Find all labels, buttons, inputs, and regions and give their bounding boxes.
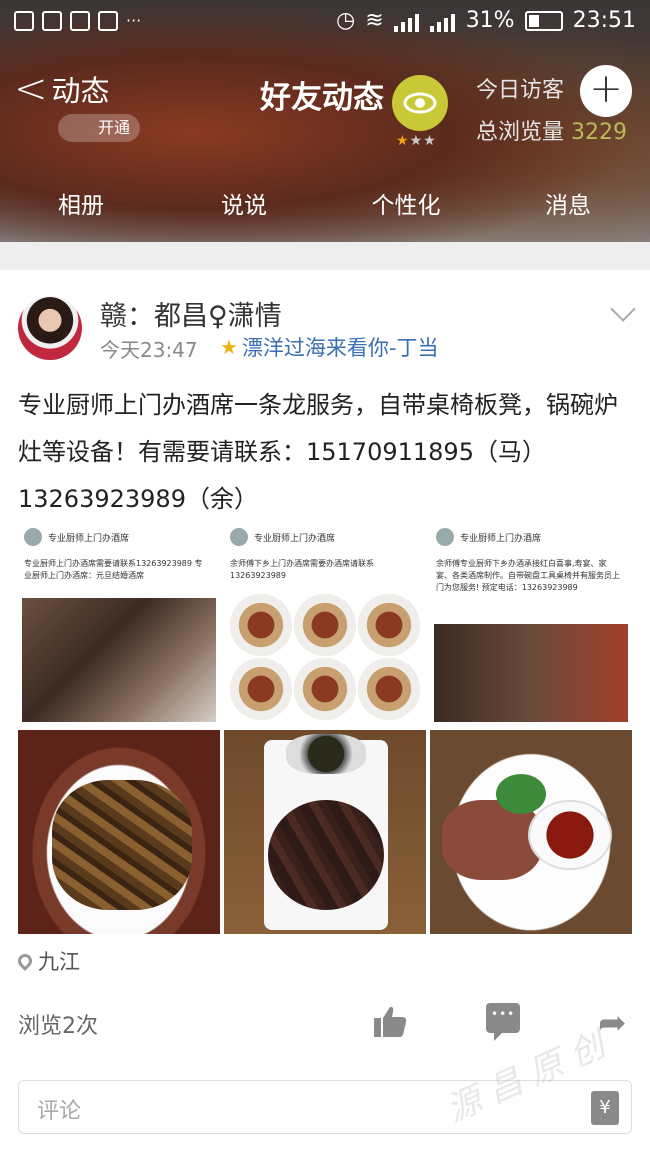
eye-glyph (403, 92, 437, 114)
post-time: 今天23:47 (100, 338, 198, 362)
add-button[interactable]: + (580, 65, 632, 117)
dish-image (358, 658, 420, 720)
back-label: 动态 (51, 74, 110, 108)
rating-stars: ★★★ (396, 133, 437, 149)
rating-empty-stars: ★★ (409, 133, 437, 149)
like-button[interactable] (372, 1003, 408, 1039)
gift-icon[interactable]: ¥ (591, 1091, 619, 1125)
tab-album[interactable]: 相册 (58, 186, 104, 220)
total-views: 总浏览量 3229 (476, 114, 627, 146)
status-bar: ··· ◷ ≋ 31% 23:51 (0, 0, 650, 46)
chevron-down-icon[interactable] (610, 296, 636, 322)
garnish-image (496, 774, 546, 814)
battery-percent: 31% (465, 8, 515, 33)
page-title: 好友动态 (260, 80, 384, 116)
more-notifications-icon: ··· (126, 11, 142, 30)
screenshot-title: 专业厨师上门办酒席 (460, 533, 542, 544)
food-photo[interactable] (18, 730, 220, 934)
signal-icon (393, 10, 420, 32)
braised-duck-image (52, 780, 192, 910)
alarm-icon: ◷ (336, 8, 356, 33)
total-views-value: 3229 (571, 120, 628, 145)
battery-icon (524, 10, 563, 31)
tab-messages[interactable]: 消息 (545, 186, 591, 220)
screenshot-text: 专业厨师上门办酒席需要请联系13263923989 专业厨师上门办酒席：元旦结婚… (24, 559, 203, 580)
location-label: 九江 (38, 950, 80, 974)
wifi-icon: ≋ (365, 8, 384, 33)
avatar (436, 528, 454, 546)
photo-thumbnail[interactable]: 专业厨师上门办酒席 余师傅下乡上门办酒席需要办酒席请联系13263923989 (224, 518, 426, 726)
tab-shuoshuo[interactable]: 说说 (221, 186, 267, 220)
post-content: 专业厨师上门办酒席一条龙服务，自带桌椅板凳，锅碗炉灶等设备！有需要请联系：151… (18, 391, 618, 513)
photo-thumbnail[interactable]: 专业厨师上门办酒席 余师傅专业厨师下乡办酒承接红白喜事,寿宴、家宴、各类酒席制作… (430, 518, 632, 726)
star-icon: ★ (220, 335, 238, 359)
via-source[interactable]: ★ 漂洋过海来看你-丁当 (220, 332, 439, 362)
sauce-bowl-image (286, 734, 366, 774)
screenshot-text: 余师傅专业厨师下乡办酒承接红白喜事,寿宴、家宴、各类酒席制作。自带碗盘工具桌椅并… (436, 559, 620, 592)
location-pin-icon (15, 951, 35, 971)
food-photo[interactable] (430, 730, 632, 934)
rating-filled-star: ★ (396, 133, 410, 149)
total-views-label: 总浏览量 (476, 120, 565, 145)
share-icon[interactable]: ➦ (598, 1003, 627, 1043)
eye-icon[interactable] (392, 75, 448, 131)
avatar (24, 528, 42, 546)
chevron-left-icon: < (14, 66, 48, 112)
tab-bar: 相册 说说 个性化 消息 (0, 186, 650, 232)
photo-thumbnail[interactable]: 专业厨师上门办酒席 专业厨师上门办酒席需要请联系13263923989 专业厨师… (18, 518, 220, 726)
thumbs-up-icon (374, 1006, 407, 1037)
dish-image (294, 594, 356, 656)
screenshot-text: 余师傅下乡上门办酒席需要办酒席请联系13263923989 (230, 559, 374, 580)
food-photo[interactable] (224, 730, 426, 934)
app-notification-icon (98, 11, 118, 31)
screenshot-title: 专业厨师上门办酒席 (48, 533, 130, 544)
avatar (230, 528, 248, 546)
signal-4g-icon (429, 10, 456, 32)
dish-image (358, 594, 420, 656)
sliced-beef-image (268, 800, 384, 910)
photo-collage (434, 624, 628, 722)
feed-post: 赣：都昌♀潇情 今天23:47 ★ 漂洋过海来看你-丁当 专业厨师上门办酒席一条… (0, 270, 650, 1156)
via-label: 漂洋过海来看你-丁当 (241, 336, 439, 360)
dish-image (294, 658, 356, 720)
avatar[interactable] (18, 296, 82, 360)
back-button[interactable]: < 动态 (14, 68, 110, 110)
vip-open-button[interactable]: 开通 (58, 114, 140, 142)
author-name[interactable]: 赣：都昌♀潇情 (100, 294, 282, 333)
image-notification-icon (14, 11, 34, 31)
photo-collage (22, 598, 216, 722)
comment-icon[interactable] (486, 1003, 520, 1041)
today-visitors-label: 今日访客 (476, 78, 565, 103)
app-notification-icon (70, 11, 90, 31)
chili-sauce-bowl-image (530, 802, 610, 868)
dish-image (230, 658, 292, 720)
header-background: ··· ◷ ≋ 31% 23:51 < 动态 好友动态 开通 ★★★ 今日访客 … (0, 0, 650, 242)
clock: 23:51 (572, 8, 636, 33)
view-count: 浏览2次 (18, 1014, 98, 1039)
dish-image (230, 594, 292, 656)
screenshot-title: 专业厨师上门办酒席 (254, 533, 336, 544)
comment-placeholder: 评论 (37, 1099, 82, 1124)
tab-personalize[interactable]: 个性化 (372, 186, 441, 220)
location[interactable]: 九江 (15, 946, 80, 976)
app-notification-icon (42, 11, 62, 31)
